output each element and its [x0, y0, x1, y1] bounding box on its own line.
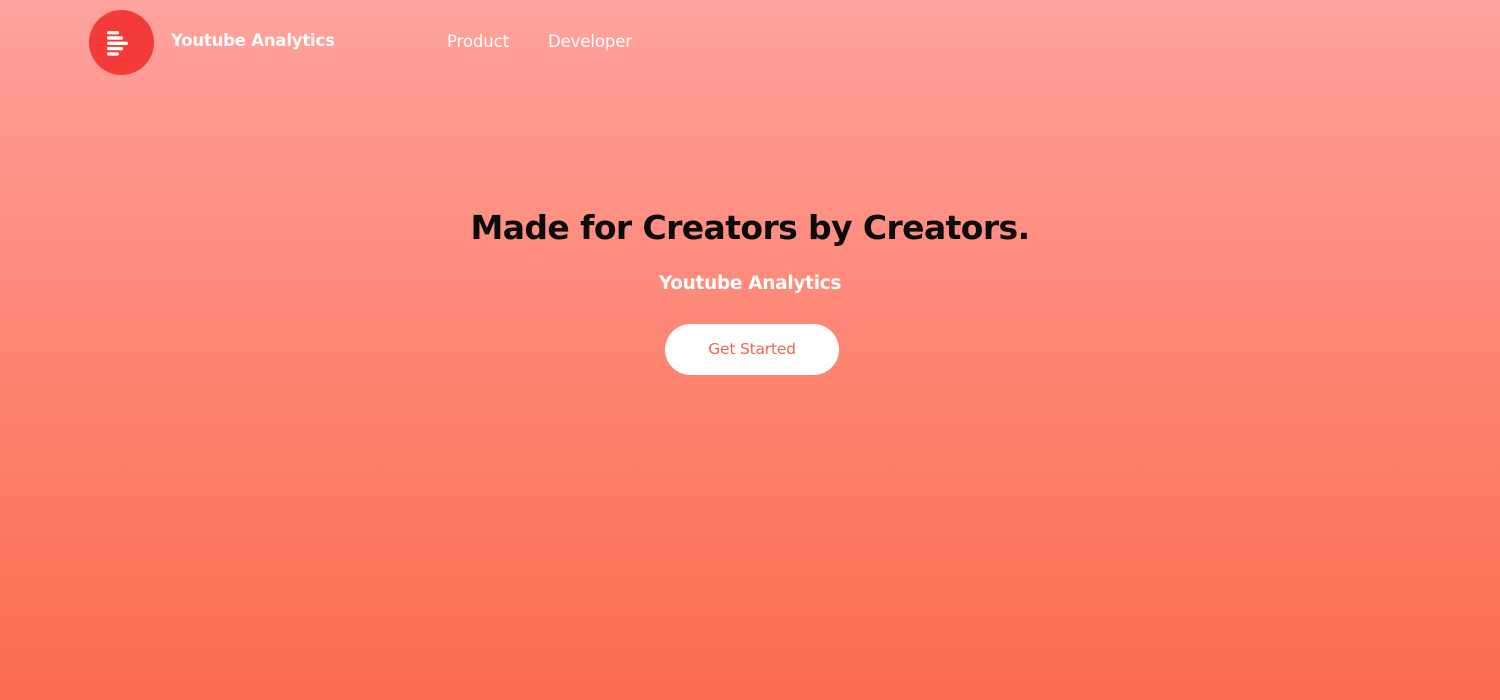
hero-title: Made for Creators by Creators. — [470, 208, 1030, 247]
nav-link-product[interactable]: Product — [447, 32, 509, 51]
top-navigation-bar: Youtube Analytics Product Developer — [0, 0, 1500, 86]
hero-subtitle: Youtube Analytics — [658, 273, 842, 294]
get-started-button[interactable]: Get Started — [665, 324, 839, 375]
bars-logo-icon — [107, 31, 128, 56]
logo[interactable] — [89, 10, 154, 75]
brand-name-link[interactable]: Youtube Analytics — [171, 31, 335, 50]
nav-link-developer[interactable]: Developer — [548, 32, 632, 51]
